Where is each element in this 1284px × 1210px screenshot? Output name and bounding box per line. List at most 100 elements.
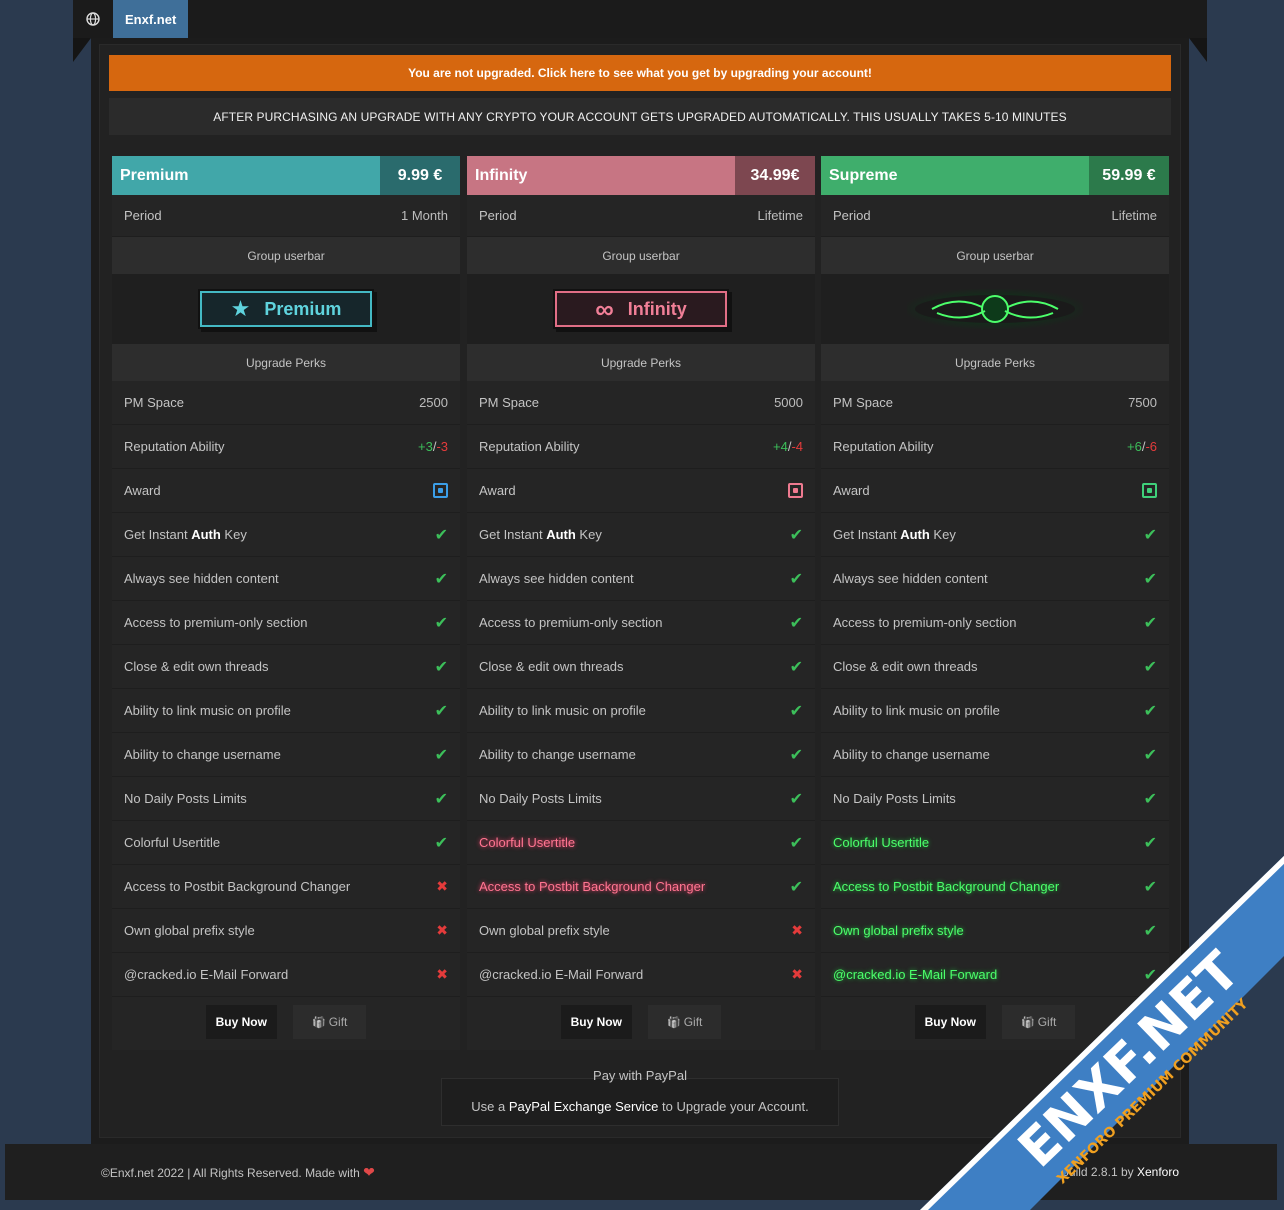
no-limits-label: No Daily Posts Limits <box>479 791 602 806</box>
pm-space-value: 7500 <box>1128 395 1157 410</box>
hidden-label: Always see hidden content <box>124 571 279 586</box>
check-icon: ✔ <box>434 658 448 676</box>
award-icon[interactable] <box>1142 483 1157 498</box>
usertitle-label: Colorful Usertitle <box>479 835 576 850</box>
prefix-label: Own global prefix style <box>124 923 255 938</box>
paypal-box: Pay with PayPal Use a PayPal Exchange Se… <box>441 1068 839 1126</box>
reputation-label: Reputation Ability <box>833 439 934 454</box>
reputation-value: +6/-6 <box>1127 439 1157 454</box>
reputation-value: +4/-4 <box>773 439 803 454</box>
award-icon[interactable] <box>433 483 448 498</box>
plan-card-premium: Premium 9.99 € Period 1 Month Group userbar ★… <box>112 156 460 1050</box>
email-label: @cracked.io E-Mail Forward <box>479 967 644 982</box>
gift-label: Gift <box>683 1015 703 1029</box>
username-row: Ability to change username ✔ <box>821 733 1169 777</box>
hidden-label: Always see hidden content <box>479 571 634 586</box>
star-icon: ★ <box>230 296 251 321</box>
close-edit-label: Close & edit own threads <box>479 659 624 674</box>
plan-header: Infinity 34.99€ <box>467 156 815 195</box>
reputation-row: Reputation Ability +4/-4 <box>467 425 815 469</box>
auth-key-label: Get Instant Auth Key <box>479 527 602 542</box>
crypto-notice: AFTER PURCHASING AN UPGRADE WITH ANY CRY… <box>109 98 1171 135</box>
plan-actions: Buy Now 🎁 Gift <box>112 997 460 1047</box>
check-icon: ✔ <box>434 790 448 808</box>
globe-icon[interactable] <box>73 0 113 38</box>
pm-space-label: PM Space <box>833 395 893 410</box>
award-row: Award <box>112 469 460 513</box>
music-row: Ability to link music on profile ✔ <box>467 689 815 733</box>
check-icon: ✔ <box>434 834 448 852</box>
email-row: @cracked.io E-Mail Forward ✔ <box>821 953 1169 997</box>
reputation-value: +3/-3 <box>418 439 448 454</box>
close-edit-row: Close & edit own threads ✔ <box>467 645 815 689</box>
prefix-row: Own global prefix style ✖ <box>467 909 815 953</box>
paypal-text-post: to Upgrade your Account. <box>658 1099 809 1114</box>
auth-bold: Auth <box>900 527 930 542</box>
gift-button[interactable]: 🎁 Gift <box>647 1005 722 1039</box>
hidden-label: Always see hidden content <box>833 571 988 586</box>
email-label: @cracked.io E-Mail Forward <box>833 967 998 982</box>
email-row: @cracked.io E-Mail Forward ✖ <box>112 953 460 997</box>
no-limits-row: No Daily Posts Limits ✔ <box>821 777 1169 821</box>
pm-space-row: PM Space 5000 <box>467 381 815 425</box>
plan-header: Premium 9.99 € <box>112 156 460 195</box>
paypal-exchange-link[interactable]: PayPal Exchange Service <box>509 1099 659 1114</box>
usertitle-row: Colorful Usertitle ✔ <box>112 821 460 865</box>
check-icon: ✔ <box>1143 790 1157 808</box>
plan-actions: Buy Now 🎁 Gift <box>821 997 1169 1047</box>
nav-decoration <box>73 38 91 62</box>
infinity-icon: ∞ <box>595 293 614 324</box>
check-icon: ✔ <box>789 702 803 720</box>
gift-icon: 🎁 <box>666 1017 684 1029</box>
buy-now-button[interactable]: Buy Now <box>914 1005 986 1039</box>
plan-price: 9.99 € <box>380 156 460 195</box>
pm-space-row: PM Space 7500 <box>821 381 1169 425</box>
hidden-row: Always see hidden content ✔ <box>112 557 460 601</box>
reputation-row: Reputation Ability +3/-3 <box>112 425 460 469</box>
reputation-row: Reputation Ability +6/-6 <box>821 425 1169 469</box>
plan-header: Supreme 59.99 € <box>821 156 1169 195</box>
reputation-label: Reputation Ability <box>479 439 580 454</box>
check-icon: ✔ <box>1143 570 1157 588</box>
pm-space-row: PM Space 2500 <box>112 381 460 425</box>
paypal-title: Pay with PayPal <box>593 1068 687 1083</box>
auth-key-label: Get Instant Auth Key <box>124 527 247 542</box>
upgrade-perks-heading: Upgrade Perks <box>821 344 1169 381</box>
gift-button[interactable]: 🎁 Gift <box>1001 1005 1076 1039</box>
auth-bold: Auth <box>546 527 576 542</box>
music-label: Ability to link music on profile <box>833 703 1000 718</box>
usertitle-row: Colorful Usertitle ✔ <box>467 821 815 865</box>
plan-card-infinity: Infinity 34.99€ Period Lifetime Group userba… <box>467 156 815 1050</box>
cross-icon: ✖ <box>791 922 803 938</box>
username-row: Ability to change username ✔ <box>467 733 815 777</box>
premium-section-label: Access to premium-only section <box>479 615 663 630</box>
premium-section-row: Access to premium-only section ✔ <box>112 601 460 645</box>
buy-now-button[interactable]: Buy Now <box>560 1005 632 1039</box>
auth-bold: Auth <box>191 527 221 542</box>
check-icon: ✔ <box>789 526 803 544</box>
username-label: Ability to change username <box>124 747 281 762</box>
postbit-label: Access to Postbit Background Changer <box>479 879 706 894</box>
gift-label: Gift <box>1037 1015 1057 1029</box>
upgrade-notice[interactable]: You are not upgraded. Click here to see … <box>109 55 1171 91</box>
gift-button[interactable]: 🎁 Gift <box>292 1005 367 1039</box>
auth-post: Key <box>929 527 956 542</box>
check-icon: ✔ <box>1143 922 1157 940</box>
xenforo-link[interactable]: Xenforo <box>1137 1165 1179 1179</box>
auth-pre: Get Instant <box>479 527 547 542</box>
email-row: @cracked.io E-Mail Forward ✖ <box>467 953 815 997</box>
award-label: Award <box>479 483 516 498</box>
buy-now-button[interactable]: Buy Now <box>205 1005 277 1039</box>
plan-card-supreme: Supreme 59.99 € Period Lifetime Group userba… <box>821 156 1169 1050</box>
period-row: Period Lifetime <box>821 195 1169 237</box>
email-label: @cracked.io E-Mail Forward <box>124 967 289 982</box>
check-icon: ✔ <box>1143 834 1157 852</box>
cross-icon: ✖ <box>436 966 448 982</box>
music-row: Ability to link music on profile ✔ <box>821 689 1169 733</box>
nav-tab-site[interactable]: Enxf.net <box>113 0 189 38</box>
premium-section-row: Access to premium-only section ✔ <box>821 601 1169 645</box>
check-icon: ✔ <box>434 702 448 720</box>
award-icon[interactable] <box>788 483 803 498</box>
period-row: Period 1 Month <box>112 195 460 237</box>
premium-section-row: Access to premium-only section ✔ <box>467 601 815 645</box>
